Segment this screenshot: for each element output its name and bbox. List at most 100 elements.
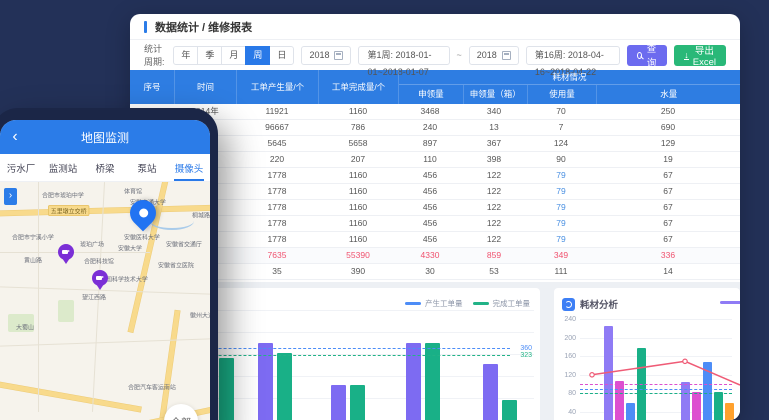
table-cell: 390: [318, 264, 398, 279]
table-cell: 35: [236, 264, 318, 279]
table-cell: 1778: [236, 232, 318, 247]
map-road: [0, 381, 141, 412]
table-cell: 456: [398, 216, 462, 231]
map-street: [0, 338, 210, 346]
table-cell: 859: [462, 248, 526, 263]
export-excel-button[interactable]: ↓ 导出Excel: [674, 45, 726, 66]
camera-icon: [96, 276, 102, 281]
table-cell[interactable]: 79: [526, 216, 596, 231]
map-label: 安徽大学: [118, 243, 142, 252]
table-cell: 398: [462, 152, 526, 167]
download-icon: ↓: [684, 51, 689, 60]
table-cell: 897: [398, 136, 462, 151]
chart-legend: 产生工单量完成工单量: [405, 298, 530, 309]
table-header: 序号时间工单产生量/个工单完成量/个耗材情况申领量申领量（箱）使用量水量: [130, 70, 740, 104]
map-label: 合肥科技馆: [84, 256, 114, 265]
camera-pin-icon[interactable]: [58, 244, 74, 260]
bar-completed: [350, 385, 365, 420]
table-body: 12014年1192111603468340702502966677862401…: [130, 104, 740, 280]
period-option-年[interactable]: 年: [173, 46, 198, 65]
map-label: 徽州大道: [190, 310, 210, 319]
tab-桥梁[interactable]: 桥梁: [84, 154, 126, 181]
table-cell[interactable]: 79: [526, 232, 596, 247]
table-cell: 53: [462, 264, 526, 279]
table-cell: 1160: [318, 184, 398, 199]
trend-line: [554, 288, 740, 420]
table-cell: 13: [462, 120, 526, 135]
table-row: 8177811604561227967: [130, 216, 740, 232]
table-cell: 1778: [236, 184, 318, 199]
bar-completed: [502, 400, 517, 420]
table-cell: 3468: [398, 104, 462, 119]
map-label: 大蜀山: [16, 322, 34, 331]
sub-col-header: 使用量: [527, 85, 597, 104]
phone-header: ‹ 地图监测: [0, 120, 210, 154]
table-cell: 5645: [236, 136, 318, 151]
map-view[interactable]: › 全部 合肥市琥珀中学体育馆安徽交通大学桐城路五里墩立交桥合肥市宁溪小学安徽医…: [0, 182, 210, 420]
map-river: [150, 212, 194, 230]
show-all-button[interactable]: 全部: [164, 404, 198, 420]
table-cell[interactable]: 79: [526, 184, 596, 199]
phone-title: 地图监测: [0, 129, 210, 146]
phone-screen: ‹ 地图监测 污水厂监测站桥梁泵站摄像头 › 全部 合肥市琥珀中学体育馆安徽交通…: [0, 120, 210, 420]
query-button[interactable]: 查询: [627, 45, 668, 66]
calendar-icon: [502, 51, 511, 60]
end-year-select[interactable]: 2018: [469, 46, 519, 65]
period-option-季[interactable]: 季: [197, 46, 222, 65]
start-year-value: 2018: [309, 50, 329, 60]
bar-completed: [219, 358, 234, 420]
table-cell: 1778: [236, 216, 318, 231]
period-option-周[interactable]: 周: [245, 46, 270, 65]
expand-icon[interactable]: ›: [4, 188, 17, 205]
table-cell: 67: [596, 216, 740, 231]
table-cell: 1778: [236, 200, 318, 215]
start-year-select[interactable]: 2018: [301, 46, 351, 65]
table-cell: 349: [526, 248, 596, 263]
legend-item-完成工单量[interactable]: 完成工单量: [473, 298, 531, 309]
table-cell: 456: [398, 232, 462, 247]
table-cell: 367: [462, 136, 526, 151]
table-row: 296667786240137690: [130, 120, 740, 136]
table-row: 9177811604561227967: [130, 232, 740, 248]
search-icon: [637, 52, 642, 59]
tab-泵站[interactable]: 泵站: [126, 154, 168, 181]
table-cell: 786: [318, 120, 398, 135]
map-label: 合肥市琥珀中学: [42, 190, 84, 199]
table-cell[interactable]: 79: [526, 168, 596, 183]
legend-item-产生工单量[interactable]: 产生工单量: [405, 298, 463, 309]
table-cell: 55390: [318, 248, 398, 263]
tab-监测站[interactable]: 监测站: [42, 154, 84, 181]
table-cell: 240: [398, 120, 462, 135]
table-cell: 340: [462, 104, 526, 119]
map-label: 合肥汽车客运南站: [128, 382, 176, 391]
range-separator: ~: [457, 50, 462, 60]
total-row: 合计7635553904330859349336: [130, 248, 740, 264]
tab-污水厂[interactable]: 污水厂: [0, 154, 42, 181]
map-label: 五里墩立交桥: [48, 205, 89, 216]
camera-pin-icon[interactable]: [92, 270, 108, 286]
table-cell: 122: [462, 168, 526, 183]
table-cell: 124: [526, 136, 596, 151]
table-cell: 14: [596, 264, 740, 279]
end-week-field[interactable]: 第16周: 2018-04-16~2018-04-22: [526, 46, 620, 65]
table-cell: 456: [398, 200, 462, 215]
table-cell: 67: [596, 168, 740, 183]
consumables-chart: 耗材分析 2402001601208040: [554, 288, 740, 420]
table-cell: 30: [398, 264, 462, 279]
table-cell: 11921: [236, 104, 318, 119]
start-week-field[interactable]: 第1周: 2018-01-01~2018-01-07: [358, 46, 449, 65]
table-cell: 70: [526, 104, 596, 119]
table-cell: 1160: [318, 200, 398, 215]
end-year-value: 2018: [477, 50, 497, 60]
map-label: 安徽医科大学: [124, 232, 160, 241]
map-label: 望江西路: [82, 292, 106, 301]
table-cell: 122: [462, 216, 526, 231]
tab-摄像头[interactable]: 摄像头: [168, 154, 210, 181]
breadcrumb-accent-bar: [144, 21, 147, 33]
period-option-日[interactable]: 日: [269, 46, 294, 65]
period-option-月[interactable]: 月: [221, 46, 246, 65]
table-cell[interactable]: 79: [526, 200, 596, 215]
map-label: 体育馆: [124, 186, 142, 195]
legend-dash-icon: [405, 302, 421, 305]
table-cell: 250: [596, 104, 740, 119]
